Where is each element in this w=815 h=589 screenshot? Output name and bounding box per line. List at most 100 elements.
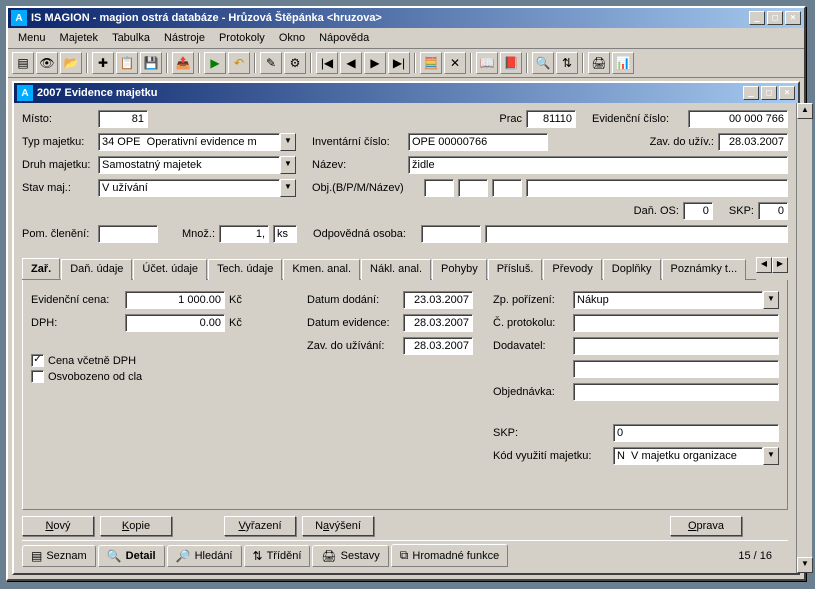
tool-report-icon[interactable]: 📊	[612, 52, 634, 74]
menu-nastroje[interactable]: Nástroje	[158, 30, 211, 46]
typ-maj-input[interactable]	[98, 133, 280, 151]
tool-copy-icon[interactable]: 📋	[116, 52, 138, 74]
mnoz-unit-input[interactable]	[273, 225, 297, 243]
evid-cena-input[interactable]	[125, 291, 225, 309]
tab-doplnky[interactable]: Doplňky	[603, 259, 661, 280]
nav-first-icon[interactable]: |◀	[316, 52, 338, 74]
bottab-hledani[interactable]: 🔎Hledání	[167, 545, 242, 567]
tool-new-icon[interactable]: ✚	[92, 52, 114, 74]
tool-undo-icon[interactable]: ↶	[228, 52, 250, 74]
skp2-input[interactable]	[613, 424, 779, 442]
tool-book2-icon[interactable]: 📕	[500, 52, 522, 74]
evid-cislo-input[interactable]	[688, 110, 788, 128]
vyrazeni-button[interactable]: Vyřazení	[224, 516, 296, 536]
inv-cislo-input[interactable]	[408, 133, 548, 151]
odpov-osoba-id-input[interactable]	[421, 225, 481, 243]
c-prot-input[interactable]	[573, 314, 779, 332]
dodavatel-input[interactable]	[573, 337, 779, 355]
zp-poriz-select[interactable]: ▼	[573, 291, 779, 309]
mnoz-input[interactable]	[219, 225, 269, 243]
tab-prevody[interactable]: Převody	[543, 259, 601, 280]
sub-maximize-button[interactable]: □	[761, 86, 777, 100]
scroll-up-icon[interactable]: ▲	[797, 103, 813, 119]
tab-kmen[interactable]: Kmen. anal.	[283, 259, 360, 280]
tool-book1-icon[interactable]: 📖	[476, 52, 498, 74]
bottab-sestavy[interactable]: 🖨Sestavy	[312, 545, 388, 567]
bottab-hromadne[interactable]: ⧉Hromadné funkce	[391, 544, 508, 567]
tool-cancel-icon[interactable]: ✕	[444, 52, 466, 74]
navyseni-button[interactable]: Navýšení	[302, 516, 374, 536]
oprava-button[interactable]: Oprava	[670, 516, 742, 536]
tool-find-icon[interactable]: 🔍	[532, 52, 554, 74]
menu-okno[interactable]: Okno	[273, 30, 311, 46]
dph-input[interactable]	[125, 314, 225, 332]
novy-button[interactable]: NNovýový	[22, 516, 94, 536]
dropdown-icon[interactable]: ▼	[280, 156, 296, 174]
menu-napoveda[interactable]: Nápověda	[313, 30, 375, 46]
sub-close-button[interactable]: ×	[779, 86, 795, 100]
tab-nakl[interactable]: Nákl. anal.	[361, 259, 431, 280]
tool-print-icon[interactable]: 🖨	[588, 52, 610, 74]
bottab-trideni[interactable]: ⇅Třídění	[244, 545, 311, 567]
kod-vyuz-input[interactable]	[613, 447, 763, 465]
tool-list-icon[interactable]: ▤	[12, 52, 34, 74]
checkbox-osvobozeno[interactable]: Osvobozeno od cla	[31, 370, 291, 383]
minimize-button[interactable]: _	[749, 11, 765, 25]
tool-open-icon[interactable]: 📂	[60, 52, 82, 74]
odpov-osoba-name-input[interactable]	[485, 225, 788, 243]
tab-dan[interactable]: Daň. údaje	[61, 259, 132, 280]
obj-p-input[interactable]	[458, 179, 488, 197]
tab-ucet[interactable]: Účet. údaje	[133, 259, 207, 280]
tool-calc-icon[interactable]: 🧮	[420, 52, 442, 74]
tool-run-icon[interactable]: ▶	[204, 52, 226, 74]
dropdown-icon[interactable]: ▼	[763, 291, 779, 309]
nav-next-icon[interactable]: ▶	[364, 52, 386, 74]
obj-b-input[interactable]	[424, 179, 454, 197]
tool-save-icon[interactable]: 💾	[140, 52, 162, 74]
kod-vyuz-select[interactable]: ▼	[613, 447, 779, 465]
pom-clen-input[interactable]	[98, 225, 158, 243]
tool-config-icon[interactable]: ⚙	[284, 52, 306, 74]
dropdown-icon[interactable]: ▼	[280, 179, 296, 197]
nav-prev-icon[interactable]: ◀	[340, 52, 362, 74]
misto-input[interactable]	[98, 110, 148, 128]
menu-menu[interactable]: Menu	[12, 30, 52, 46]
tab-zar[interactable]: Zař.	[22, 258, 60, 279]
tool-export-icon[interactable]: 📤	[172, 52, 194, 74]
tab-tech[interactable]: Tech. údaje	[208, 259, 282, 280]
zp-poriz-input[interactable]	[573, 291, 763, 309]
nav-last-icon[interactable]: ▶|	[388, 52, 410, 74]
bottab-seznam[interactable]: ▤Seznam	[22, 545, 96, 567]
typ-maj-select[interactable]: ▼	[98, 133, 296, 151]
tool-edit-icon[interactable]: ✎	[260, 52, 282, 74]
stav-maj-select[interactable]: ▼	[98, 179, 296, 197]
tab-scroll-right-icon[interactable]: ▶	[772, 257, 788, 273]
nazev-input[interactable]	[408, 156, 788, 174]
skp-input[interactable]	[758, 202, 788, 220]
menu-majetek[interactable]: Majetek	[54, 30, 105, 46]
dropdown-icon[interactable]: ▼	[280, 133, 296, 151]
zav-uziv2-input[interactable]	[403, 337, 473, 355]
menu-tabulka[interactable]: Tabulka	[106, 30, 156, 46]
menu-protokoly[interactable]: Protokoly	[213, 30, 271, 46]
scroll-down-icon[interactable]: ▼	[797, 557, 813, 573]
maximize-button[interactable]: □	[767, 11, 783, 25]
checkbox-cena-vcetne[interactable]: ✓ Cena včetně DPH	[31, 354, 291, 367]
obj-nazev-input[interactable]	[526, 179, 788, 197]
tool-view-icon[interactable]: 👁	[36, 52, 58, 74]
tab-poznamky[interactable]: Poznámky t...	[662, 259, 747, 280]
obj-m-input[interactable]	[492, 179, 522, 197]
druh-maj-input[interactable]	[98, 156, 280, 174]
vertical-scrollbar[interactable]: ▲ ▼	[796, 103, 812, 573]
druh-maj-select[interactable]: ▼	[98, 156, 296, 174]
dropdown-icon[interactable]: ▼	[763, 447, 779, 465]
datum-evid-input[interactable]	[403, 314, 473, 332]
dan-os-input[interactable]	[683, 202, 713, 220]
prac-input[interactable]	[526, 110, 576, 128]
stav-maj-input[interactable]	[98, 179, 280, 197]
bottab-detail[interactable]: 🔍Detail	[98, 545, 165, 567]
tab-scroll-left-icon[interactable]: ◀	[756, 257, 772, 273]
dodavatel2-input[interactable]	[573, 360, 779, 378]
tab-pohyby[interactable]: Pohyby	[432, 259, 487, 280]
kopie-button[interactable]: Kopie	[100, 516, 172, 536]
